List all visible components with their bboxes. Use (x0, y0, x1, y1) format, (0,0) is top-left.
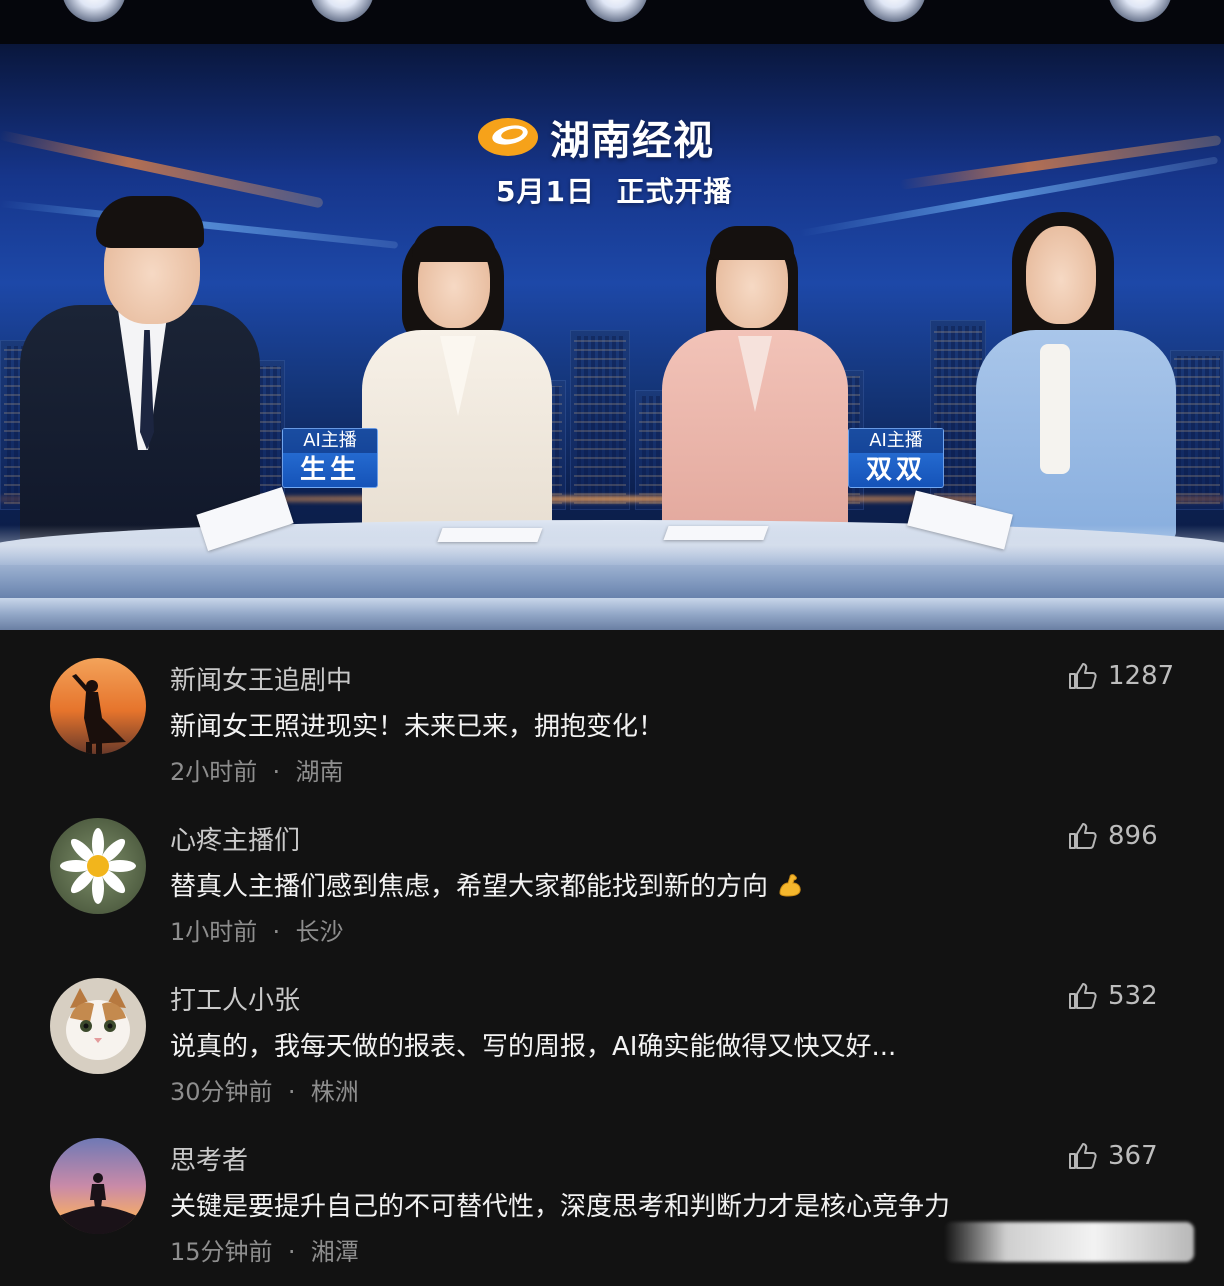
tag-label: AI主播 (849, 429, 943, 453)
avatar[interactable] (50, 1138, 146, 1234)
comment-text: 说真的，我每天做的报表、写的周报，AI确实能做得又快又好... (170, 1032, 897, 1062)
caped-figure-avatar-icon (50, 658, 146, 754)
comment-meta: 30分钟前 · 株洲 (170, 1072, 359, 1107)
comment-time: 2小时前 (170, 758, 258, 786)
thumbs-up-icon (1069, 663, 1097, 689)
anchor-name-tag: AI主播 双双 (848, 428, 944, 488)
avatar[interactable] (50, 978, 146, 1074)
launch-date-text: 5月1日 正式开播 (496, 175, 733, 208)
light-streak (899, 134, 1222, 190)
blurred-watermark (944, 1222, 1194, 1262)
daisy-avatar-icon (50, 818, 146, 914)
like-button[interactable]: 532 (1066, 980, 1158, 1012)
person-on-hill-avatar-icon (50, 1138, 146, 1234)
like-button[interactable]: 896 (1066, 820, 1158, 852)
tag-anchor-name: 生生 (299, 455, 360, 485)
comment-meta: 15分钟前 · 湘潭 (170, 1232, 359, 1267)
comment-meta: 2小时前 · 湖南 (170, 752, 343, 787)
comment-text: 新闻女王照进现实！未来已来，拥抱变化！ (170, 712, 665, 742)
tag-label: AI主播 (283, 429, 377, 453)
flexed-biceps-icon (776, 871, 804, 899)
comment-location: 湖南 (295, 758, 344, 786)
script-paper (437, 528, 543, 542)
tag-anchor-name: 双双 (865, 455, 926, 485)
cat-avatar-icon (50, 978, 146, 1074)
comment-location: 湘潭 (310, 1238, 359, 1266)
comment-time: 30分钟前 (170, 1078, 273, 1106)
thumbs-up-icon (1069, 823, 1097, 849)
meta-separator: · (272, 918, 281, 946)
comment-item: 心疼主播们 替真人主播们感到焦虑，希望大家都能找到新的方向 1小时前 · 长沙 … (0, 790, 1224, 950)
comment-username[interactable]: 思考者 (170, 1140, 248, 1177)
channel-name: 湖南经视 (550, 118, 714, 164)
comment-time: 1小时前 (170, 918, 258, 946)
like-button[interactable]: 367 (1066, 1140, 1158, 1172)
studio-banner-image: 湖南经视 5月1日 正式开播 AI主播 生生 AI主播 双双 (0, 0, 1224, 630)
comment-username[interactable]: 打工人小张 (170, 980, 300, 1017)
thumbs-up-icon (1069, 1143, 1097, 1169)
meta-separator: · (287, 1078, 296, 1106)
comment-location: 长沙 (295, 918, 344, 946)
like-button[interactable]: 1287 (1066, 660, 1174, 692)
script-paper (663, 526, 769, 540)
comment-text: 关键是要提升自己的不可替代性，深度思考和判断力才是核心竞争力 (170, 1192, 951, 1222)
avatar[interactable] (50, 818, 146, 914)
desk-reflection (0, 525, 1224, 565)
avatar[interactable] (50, 658, 146, 754)
mango-logo-icon (476, 115, 540, 159)
like-count: 1287 (1108, 661, 1175, 691)
comment-text-body: 替真人主播们感到焦虑，希望大家都能找到新的方向 (170, 872, 769, 902)
comment-list: 新闻女王追剧中 新闻女王照进现实！未来已来，拥抱变化！ 2小时前 · 湖南 12… (0, 630, 1224, 1286)
like-count: 532 (1108, 981, 1158, 1011)
desk-rim (0, 598, 1224, 630)
comment-item: 新闻女王追剧中 新闻女王照进现实！未来已来，拥抱变化！ 2小时前 · 湖南 12… (0, 630, 1224, 790)
comment-username[interactable]: 心疼主播们 (170, 820, 300, 857)
comment-text: 替真人主播们感到焦虑，希望大家都能找到新的方向 (170, 866, 804, 903)
comment-meta: 1小时前 · 长沙 (170, 912, 343, 947)
meta-separator: · (287, 1238, 296, 1266)
like-count: 896 (1108, 821, 1158, 851)
comment-location: 株洲 (310, 1078, 359, 1106)
channel-logo: 湖南经视 (476, 108, 714, 166)
comment-item: 打工人小张 说真的，我每天做的报表、写的周报，AI确实能做得又快又好... 30… (0, 950, 1224, 1110)
comment-time: 15分钟前 (170, 1238, 273, 1266)
thumbs-up-icon (1069, 983, 1097, 1009)
anchor-name-tag: AI主播 生生 (282, 428, 378, 488)
comment-username[interactable]: 新闻女王追剧中 (170, 660, 352, 697)
like-count: 367 (1108, 1141, 1158, 1171)
meta-separator: · (272, 758, 281, 786)
